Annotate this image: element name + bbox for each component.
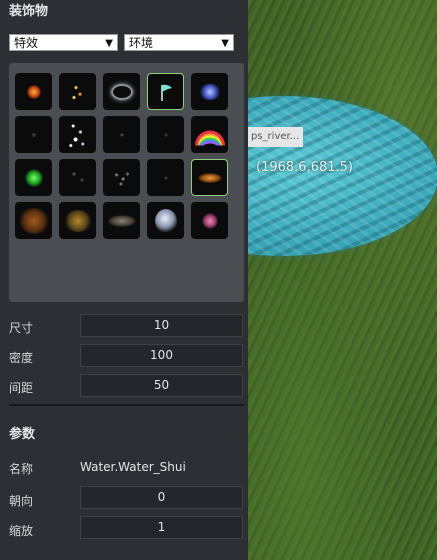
flag-icon — [160, 84, 172, 101]
blue-burst-effect-thumb[interactable] — [191, 73, 228, 110]
pink-flower-icon — [201, 212, 218, 229]
orientation-input[interactable]: 0 — [80, 486, 243, 509]
swirl-effect-thumb[interactable] — [103, 73, 140, 110]
orange-wisp-icon — [197, 172, 222, 183]
faint-dot-icon — [164, 133, 167, 136]
grey-cloud-effect-thumb[interactable] — [103, 202, 140, 239]
white-cloud-icon — [154, 208, 177, 233]
scale-label: 缩放 — [9, 524, 34, 538]
swirl-icon — [110, 83, 133, 100]
blue-burst-icon — [198, 83, 221, 100]
dark-dot-icon — [31, 132, 36, 137]
density-input[interactable]: 100 — [80, 344, 243, 367]
particles-effect-thumb[interactable] — [103, 159, 140, 196]
white-cloud-effect-thumb[interactable] — [147, 202, 184, 239]
particles-icon — [110, 167, 133, 188]
dropdown-arrow-icon: ▼ — [221, 38, 229, 49]
faint-effect-thumb-2[interactable] — [147, 116, 184, 153]
green-glow-effect-thumb[interactable] — [15, 159, 52, 196]
sparks-effect-thumb[interactable] — [59, 73, 96, 110]
faint-effect-thumb[interactable] — [103, 116, 140, 153]
water-surface[interactable] — [248, 96, 437, 256]
green-glow-icon — [24, 168, 43, 187]
orange-wisp-effect-thumb[interactable] — [191, 159, 228, 196]
pink-flower-effect-thumb[interactable] — [191, 202, 228, 239]
dark-effect-thumb[interactable] — [15, 116, 52, 153]
faint-dot-icon — [164, 176, 167, 179]
golden-dust-icon — [63, 209, 92, 232]
snow-icon — [65, 119, 90, 150]
dim-dots-icon — [67, 167, 88, 188]
smoke-orange-effect-thumb[interactable] — [15, 202, 52, 239]
grey-cloud-icon — [107, 214, 136, 227]
faint-dot-icon — [120, 133, 123, 136]
fire-icon — [26, 84, 41, 99]
scene-viewport[interactable]: ps_river... (1968.6,681.5) — [248, 0, 437, 560]
spacing-input[interactable]: 50 — [80, 374, 243, 397]
params-title: 参数 — [9, 427, 36, 442]
section-divider — [9, 404, 244, 406]
panel-title: 装饰物 — [9, 4, 49, 19]
category-select-value: 特效 — [14, 36, 39, 50]
dropdown-arrow-icon: ▼ — [105, 38, 113, 49]
flag-effect-thumb[interactable] — [147, 73, 184, 110]
rainbow-effect-thumb[interactable] — [191, 116, 228, 153]
decoration-panel: 装饰物 特效 ▼ 环境 ▼ 尺寸 10 密度 100 间距 50 参数 名称 W… — [0, 0, 248, 560]
size-input[interactable]: 10 — [80, 314, 243, 337]
fire-effect-thumb[interactable] — [15, 73, 52, 110]
name-label: 名称 — [9, 462, 34, 476]
effect-thumbnail-grid — [9, 63, 244, 302]
subcategory-select-value: 环境 — [129, 36, 154, 50]
spacing-label: 间距 — [9, 381, 34, 395]
rainbow-icon — [194, 130, 225, 145]
snow-effect-thumb[interactable] — [59, 116, 96, 153]
dark-effect-thumb-2[interactable] — [147, 159, 184, 196]
orange-smoke-icon — [18, 207, 49, 234]
category-select[interactable]: 特效 ▼ — [9, 34, 118, 51]
coordinate-readout: (1968.6,681.5) — [256, 160, 353, 175]
name-value: Water.Water_Shui — [80, 460, 186, 474]
object-tooltip: ps_river... — [248, 127, 303, 147]
scale-input[interactable]: 1 — [80, 516, 243, 539]
density-label: 密度 — [9, 351, 34, 365]
subcategory-select[interactable]: 环境 ▼ — [124, 34, 234, 51]
sparks-icon — [67, 80, 88, 103]
size-label: 尺寸 — [9, 321, 34, 335]
dim-dots-effect-thumb[interactable] — [59, 159, 96, 196]
golden-dust-effect-thumb[interactable] — [59, 202, 96, 239]
orientation-label: 朝向 — [9, 494, 34, 508]
